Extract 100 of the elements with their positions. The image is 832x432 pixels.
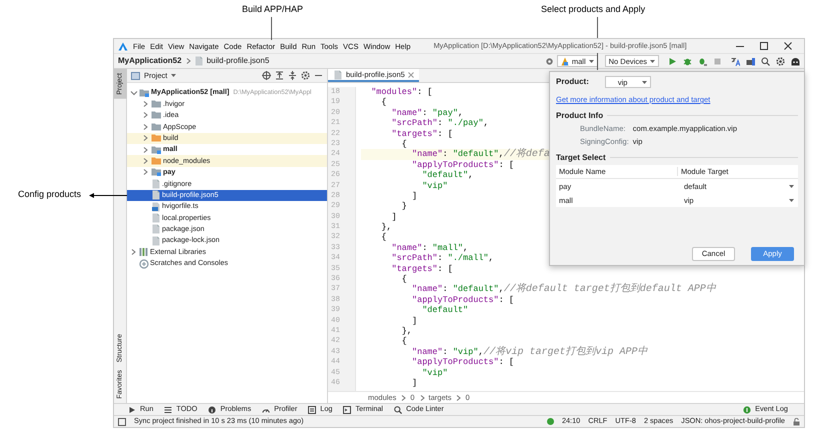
code-line: { — [400, 138, 407, 150]
folder-icon — [151, 110, 162, 120]
code-line: } — [400, 201, 407, 212]
file-icon — [151, 224, 161, 234]
product-label: Product: — [556, 77, 589, 87]
file-icon — [151, 212, 161, 223]
code-line: ] — [411, 316, 418, 326]
run-icon — [128, 406, 136, 414]
chevron-icon — [455, 394, 462, 402]
settings-icon[interactable] — [301, 71, 310, 80]
event-log-icon — [743, 406, 752, 414]
translate-icon[interactable] — [731, 56, 740, 66]
leader-line — [596, 53, 598, 70]
chevron-down-icon[interactable] — [130, 88, 138, 97]
chevron-right-icon[interactable] — [142, 134, 150, 142]
code-line: "srcPath": "./pay", — [390, 118, 489, 129]
folder-icon — [151, 156, 162, 166]
run-icon[interactable] — [668, 56, 677, 66]
chevron-icon — [400, 394, 406, 402]
code-line: "name": "mall", — [390, 242, 468, 254]
code-line: "default" — [421, 305, 468, 316]
file-icon — [194, 56, 204, 66]
callout-label: Config products — [18, 189, 82, 200]
project-crumb[interactable]: MyApplication52 — [118, 56, 182, 66]
module-folder-icon — [151, 144, 162, 155]
info-icon — [208, 406, 216, 414]
code-line: }, — [400, 326, 412, 336]
code-line: }, — [380, 222, 392, 232]
search-icon[interactable] — [761, 56, 770, 66]
chevron-right-icon[interactable] — [142, 157, 150, 166]
code-line: "srcPath": "./mall", — [390, 253, 494, 264]
callout-label: Select products and Apply — [541, 4, 646, 15]
caret-icon — [650, 60, 655, 62]
code-line: "modules": [ — [370, 87, 432, 98]
expand-all-icon[interactable] — [275, 71, 284, 80]
code-line: ] — [411, 378, 418, 388]
chevron-right-icon[interactable] — [142, 111, 150, 120]
caret-icon — [789, 198, 794, 202]
module-icon — [560, 56, 569, 66]
code-line: "name": "vip",//将vip target打包到vip APP中 — [411, 346, 648, 358]
section-title: Target Select — [556, 152, 606, 162]
close-icon[interactable] — [784, 42, 792, 50]
folder-icon — [151, 99, 162, 110]
caret-icon — [588, 60, 594, 62]
settings-icon[interactable] — [776, 56, 785, 66]
code-line: { — [380, 232, 387, 243]
folder-icon — [151, 133, 162, 144]
code-line: "vip" — [421, 368, 448, 378]
code-line: { — [400, 336, 407, 347]
app-logo-icon — [118, 42, 128, 50]
panel-toggle-icon[interactable] — [118, 418, 126, 426]
chevron-right-icon[interactable] — [142, 146, 150, 154]
code-line: "name": "pay", — [390, 108, 464, 118]
code-line: { — [400, 274, 407, 284]
log-icon — [308, 406, 316, 414]
chevron-right-icon[interactable] — [142, 100, 150, 108]
scratches-icon — [139, 258, 149, 269]
code-line: "applyToProducts": [ — [411, 160, 514, 170]
maximize-icon[interactable] — [760, 42, 768, 50]
chevron-right-icon[interactable] — [142, 168, 150, 176]
module-folder-icon — [151, 167, 162, 178]
code-line: "default", — [421, 170, 474, 181]
code-line: "applyToProducts": [ — [411, 357, 514, 368]
leader-line — [596, 17, 598, 38]
code-line: "targets": [ — [390, 264, 453, 274]
chevron-icon — [184, 57, 191, 65]
code-line: "applyToProducts": [ — [411, 294, 514, 306]
bug-icon[interactable] — [683, 56, 692, 66]
magnifier-icon — [394, 406, 402, 414]
panel-icon — [131, 72, 140, 80]
code-line: "name": "default",//将default target打包到default APP中 — [411, 284, 716, 295]
status-dot-icon — [546, 418, 554, 425]
file-icon — [151, 178, 161, 189]
library-icon — [139, 247, 149, 258]
folder-icon — [139, 88, 150, 98]
terminal-icon — [343, 406, 352, 414]
file-icon — [151, 190, 161, 200]
locate-icon[interactable] — [262, 71, 271, 80]
caret-icon — [642, 80, 647, 84]
leader-line — [270, 17, 272, 40]
chevron-right-icon[interactable] — [142, 122, 150, 131]
callout-label: Build APP/HAP — [242, 4, 304, 15]
code-line: ] — [390, 212, 397, 222]
account-icon[interactable] — [791, 56, 800, 66]
section-title: Product Info — [556, 111, 604, 121]
file-icon — [151, 202, 161, 212]
lock-icon[interactable] — [793, 418, 800, 426]
file-icon — [333, 70, 343, 80]
caret-icon — [171, 74, 176, 77]
chevron-icon — [418, 394, 425, 402]
chevron-right-icon[interactable] — [130, 248, 138, 256]
code-line: "targets": [ — [390, 128, 453, 139]
code-line: "vip" — [421, 180, 448, 191]
list-icon — [164, 406, 172, 414]
file-crumb[interactable]: build-profile.json5 — [206, 56, 270, 66]
file-icon — [151, 236, 161, 246]
code-line: ] — [411, 190, 418, 202]
collapse-all-icon[interactable] — [288, 71, 297, 80]
bug-attach-icon[interactable] — [698, 56, 707, 66]
settings-icon[interactable] — [544, 56, 554, 66]
